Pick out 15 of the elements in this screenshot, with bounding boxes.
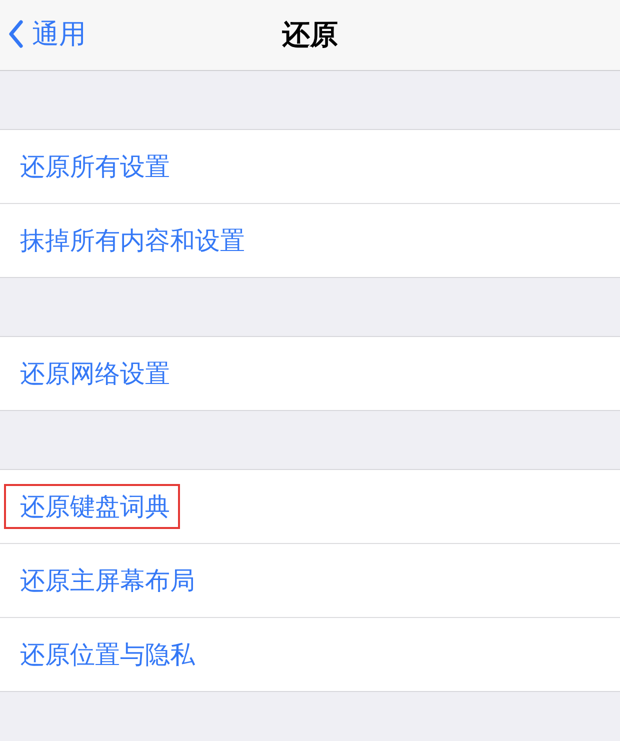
settings-row[interactable]: 还原网络设置 [0,337,620,410]
back-button[interactable]: 通用 [8,16,86,52]
screen-title: 还原 [282,17,338,53]
row-label: 还原网络设置 [19,358,171,390]
back-chevron-icon [8,20,24,48]
row-label: 还原所有设置 [19,151,171,183]
settings-row[interactable]: 抹掉所有内容和设置 [0,204,620,277]
settings-row[interactable]: 还原位置与隐私 [0,618,620,691]
row-label: 还原位置与隐私 [19,639,196,671]
settings-row[interactable]: 还原所有设置 [0,130,620,204]
settings-row[interactable]: 还原键盘词典 [0,470,620,544]
row-label: 还原主屏幕布局 [19,565,196,597]
row-label: 抹掉所有内容和设置 [19,225,246,257]
settings-row[interactable]: 还原主屏幕布局 [0,544,620,618]
row-label: 还原键盘词典 [4,484,180,529]
